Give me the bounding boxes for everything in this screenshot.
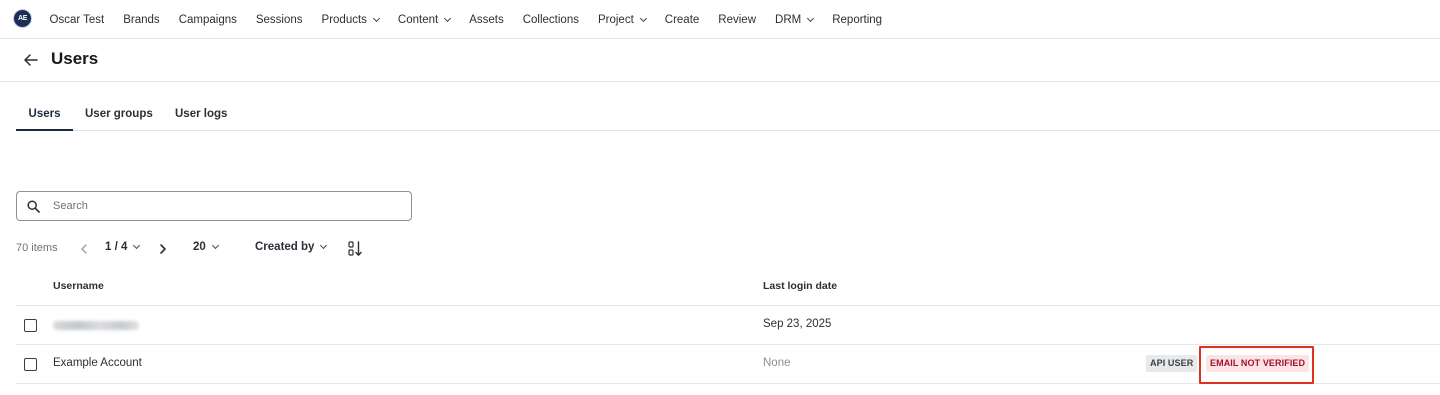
- tab-user-groups[interactable]: User groups: [73, 104, 165, 131]
- nav-item-label: Sessions: [255, 13, 303, 26]
- sort-by-selector[interactable]: Created by: [255, 241, 328, 253]
- nav-item-label: Review: [718, 13, 757, 26]
- api-user-badge: API USER: [1146, 355, 1198, 372]
- nav-item-oscar-test[interactable]: Oscar Test: [40, 14, 114, 26]
- page-selector[interactable]: 1 / 4: [105, 241, 141, 253]
- nav-item-label: Brands: [123, 13, 160, 26]
- users-table: Username Last login date Sep 23, 2025 Ex…: [16, 268, 1440, 384]
- chevron-down-icon: [639, 14, 647, 22]
- list-toolbar: 70 items 1 / 4 20 Created by: [16, 238, 616, 260]
- sort-by-value: Created by: [255, 241, 315, 253]
- nav-item-label: Project: [597, 13, 634, 26]
- nav-item-assets[interactable]: Assets: [460, 14, 514, 26]
- row-checkbox[interactable]: [24, 358, 37, 371]
- page-header: Users: [0, 39, 1440, 82]
- page-title: Users: [51, 49, 99, 68]
- page-indicator: 1 / 4: [105, 241, 128, 253]
- chevron-down-icon: [320, 241, 328, 250]
- sort-direction-icon[interactable]: [347, 240, 363, 258]
- nav-item-label: Oscar Test: [49, 13, 105, 26]
- nav-item-brands[interactable]: Brands: [114, 14, 169, 26]
- per-page-value: 20: [193, 241, 206, 253]
- nav-item-label: Create: [664, 13, 700, 26]
- nav-item-collections[interactable]: Collections: [513, 14, 588, 26]
- arrow-left-icon[interactable]: [22, 51, 40, 69]
- chevron-down-icon: [444, 14, 452, 22]
- email-not-verified-badge: EMAIL NOT VERIFIED: [1206, 355, 1310, 372]
- chevron-down-icon: [807, 14, 815, 22]
- table-row[interactable]: Example Account None API USER EMAIL NOT …: [16, 345, 1440, 384]
- top-nav: AE Oscar Test Brands Campaigns Sessions …: [0, 0, 1440, 39]
- search-icon: [27, 200, 40, 213]
- last-login-cell: Sep 23, 2025: [763, 318, 832, 330]
- nav-item-sessions[interactable]: Sessions: [246, 14, 312, 26]
- chevron-down-icon: [372, 14, 380, 22]
- nav-item-drm[interactable]: DRM: [766, 14, 823, 26]
- nav-item-label: Campaigns: [178, 13, 237, 26]
- table-row[interactable]: Sep 23, 2025: [16, 306, 1440, 345]
- chevron-down-icon: [211, 241, 219, 250]
- tab-bar: Users User groups User logs: [16, 104, 1440, 131]
- nav-item-content[interactable]: Content: [388, 14, 459, 26]
- redacted-username: [53, 321, 139, 330]
- chevron-left-icon[interactable]: [79, 243, 89, 255]
- nav-item-review[interactable]: Review: [709, 14, 766, 26]
- chevron-down-icon: [133, 241, 141, 250]
- search-input[interactable]: [53, 192, 403, 220]
- nav-item-reporting[interactable]: Reporting: [823, 14, 892, 26]
- per-page-selector[interactable]: 20: [193, 241, 219, 253]
- nav-item-project[interactable]: Project: [588, 14, 655, 26]
- username-cell: Example Account: [53, 357, 142, 369]
- app-logo[interactable]: AE: [13, 9, 32, 28]
- tab-user-logs[interactable]: User logs: [163, 104, 239, 131]
- item-count: 70 items: [16, 242, 58, 254]
- nav-item-label: Collections: [522, 13, 579, 26]
- nav-item-campaigns[interactable]: Campaigns: [169, 14, 246, 26]
- row-checkbox[interactable]: [24, 319, 37, 332]
- search-box: [16, 191, 412, 221]
- last-login-cell: None: [763, 357, 791, 369]
- nav-items: Oscar Test Brands Campaigns Sessions Pro…: [40, 0, 892, 39]
- column-header-last-login[interactable]: Last login date: [763, 280, 837, 292]
- nav-item-label: Reporting: [832, 13, 883, 26]
- nav-item-label: DRM: [775, 13, 802, 26]
- table-header: Username Last login date: [16, 268, 1440, 306]
- chevron-right-icon[interactable]: [158, 243, 168, 255]
- nav-item-label: Products: [321, 13, 367, 26]
- nav-item-label: Content: [397, 13, 439, 26]
- nav-item-create[interactable]: Create: [655, 14, 709, 26]
- tab-users[interactable]: Users: [16, 104, 73, 131]
- nav-item-label: Assets: [469, 13, 504, 26]
- column-header-username[interactable]: Username: [53, 280, 104, 292]
- nav-item-products[interactable]: Products: [312, 14, 388, 26]
